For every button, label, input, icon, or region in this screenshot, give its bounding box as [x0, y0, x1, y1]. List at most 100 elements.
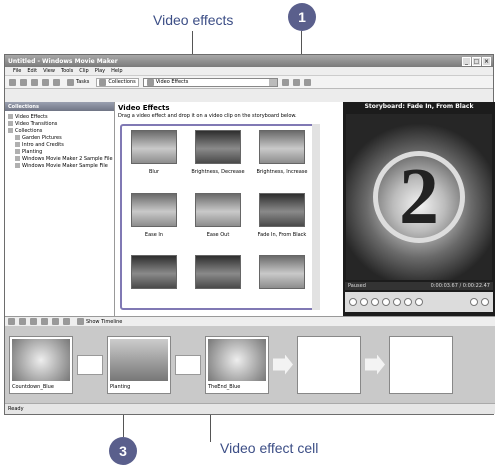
- timeline-icon: [77, 318, 84, 325]
- storyboard-clip[interactable]: TheEnd_Blue: [205, 335, 269, 394]
- collections-icon: [99, 78, 107, 86]
- redo-icon[interactable]: [53, 78, 60, 86]
- clip-thumbnail: [110, 338, 168, 381]
- collections-button[interactable]: Collections: [96, 77, 139, 87]
- close-button[interactable]: ×: [482, 56, 491, 66]
- menu-file[interactable]: File: [13, 68, 21, 74]
- zoom-out-icon[interactable]: [41, 318, 48, 325]
- effect-cell[interactable]: [186, 255, 250, 308]
- playback-status: Paused 0:00:03.67 / 0:00:22.47: [345, 282, 493, 290]
- new-folder-icon[interactable]: [292, 78, 300, 86]
- effect-thumbnail: [131, 130, 177, 164]
- clip-label: TheEnd_Blue: [208, 383, 241, 390]
- tree-item-planting[interactable]: Planting: [8, 148, 114, 155]
- rewind-icon[interactable]: [382, 298, 390, 306]
- transition-arrow: [365, 354, 385, 375]
- playback-state: Paused: [348, 283, 366, 289]
- movie-maker-window: Untitled - Windows Movie Maker _ □ × Fil…: [4, 54, 495, 415]
- effect-cell[interactable]: Ease In: [122, 192, 186, 252]
- tasks-button[interactable]: Tasks: [64, 78, 92, 87]
- minimize-button[interactable]: _: [462, 56, 471, 66]
- undo-icon[interactable]: [42, 78, 49, 86]
- menu-tools[interactable]: Tools: [61, 68, 73, 74]
- next-frame-icon[interactable]: [404, 298, 412, 306]
- chevron-down-icon[interactable]: [268, 78, 277, 86]
- empty-clip-slot[interactable]: [297, 335, 361, 394]
- effect-cell[interactable]: Brightness, Decrease: [186, 130, 250, 189]
- narrate-icon[interactable]: [19, 318, 26, 325]
- transition-cell[interactable]: [175, 354, 201, 375]
- tree-item-garden[interactable]: Garden Pictures: [8, 134, 114, 141]
- tree-item-collections[interactable]: Collections: [8, 127, 114, 134]
- effect-label: Brightness, Increase: [256, 169, 308, 175]
- effect-cell[interactable]: Fade In, From Black: [250, 192, 314, 252]
- window-title: Untitled - Windows Movie Maker: [8, 57, 118, 65]
- rewind-icon[interactable]: [52, 318, 59, 325]
- play-icon[interactable]: [63, 318, 70, 325]
- effect-cell[interactable]: Brightness, Increase: [250, 130, 314, 189]
- up-folder-icon[interactable]: [281, 78, 289, 86]
- open-icon[interactable]: [20, 78, 27, 86]
- menu-clip[interactable]: Clip: [79, 68, 88, 74]
- tree-item-video-effects[interactable]: Video Effects: [8, 113, 114, 120]
- show-timeline-button[interactable]: Show Timeline: [74, 317, 125, 326]
- effect-cell[interactable]: Ease Out: [186, 192, 250, 252]
- effects-title: Video Effects: [118, 104, 170, 112]
- effect-cell[interactable]: [250, 255, 314, 308]
- playback-controls: [345, 292, 493, 312]
- maximize-button[interactable]: □: [472, 56, 481, 66]
- status-bar: Ready: [5, 403, 495, 414]
- storyboard-icon[interactable]: [8, 318, 15, 325]
- countdown-digit: 2: [399, 153, 439, 241]
- collections-combo[interactable]: Video Effects: [142, 77, 278, 87]
- effects-scrollbar[interactable]: [312, 124, 320, 310]
- menu-edit[interactable]: Edit: [27, 68, 37, 74]
- clip-thumbnail: [208, 338, 266, 381]
- tree-item-video-transitions[interactable]: Video Transitions: [8, 120, 114, 127]
- storyboard-clip[interactable]: Countdown_Blue: [9, 335, 73, 394]
- effect-cell[interactable]: Blur: [122, 130, 186, 189]
- effects-subtitle: Drag a video effect and drop it on a vid…: [118, 113, 297, 119]
- tree-item-sample[interactable]: Windows Movie Maker Sample File: [8, 162, 114, 169]
- zoom-in-icon[interactable]: [30, 318, 37, 325]
- previous-frame-icon[interactable]: [371, 298, 379, 306]
- effect-label: Fade In, From Black: [257, 231, 307, 238]
- effects-pane: Video Effects Drag a video effect and dr…: [115, 102, 343, 316]
- transition-cell[interactable]: [77, 354, 103, 375]
- effect-label: Ease Out: [206, 231, 230, 238]
- fullscreen-icon[interactable]: [415, 298, 423, 306]
- playback-time: 0:00:03.67 / 0:00:22.47: [430, 283, 490, 289]
- menu-play[interactable]: Play: [95, 68, 105, 74]
- effect-thumbnail: [195, 255, 241, 290]
- new-icon[interactable]: [9, 78, 16, 86]
- effect-thumbnail: [195, 192, 241, 227]
- play-icon[interactable]: [349, 298, 357, 306]
- effect-label: Blur: [148, 169, 160, 175]
- effects-grid: Blur Brightness, Decrease Brightness, In…: [120, 124, 316, 310]
- effects-icon: [146, 78, 154, 86]
- folder-icon: [15, 163, 20, 168]
- tree-item-sample2[interactable]: Windows Movie Maker 2 Sample File: [8, 155, 114, 162]
- transition-arrow: [273, 354, 293, 375]
- effect-cell[interactable]: [122, 255, 186, 308]
- menu-help[interactable]: Help: [111, 68, 122, 74]
- storyboard-clip[interactable]: Planting: [107, 335, 171, 394]
- video-effects-callout: Video effects: [153, 12, 234, 28]
- save-icon[interactable]: [31, 78, 38, 86]
- folder-icon: [15, 149, 20, 154]
- menu-view[interactable]: View: [43, 68, 55, 74]
- forward-icon[interactable]: [393, 298, 401, 306]
- split-icon[interactable]: [470, 298, 478, 306]
- menu-bar: File Edit View Tools Clip Play Help: [5, 67, 493, 76]
- views-icon[interactable]: [303, 78, 311, 86]
- effect-label: Ease In: [144, 231, 164, 238]
- snapshot-icon[interactable]: [481, 298, 489, 306]
- empty-clip-slot[interactable]: [389, 335, 453, 394]
- combo-value: Video Effects: [155, 79, 189, 85]
- stop-icon[interactable]: [360, 298, 368, 306]
- tasks-label: Tasks: [76, 79, 90, 85]
- tree-item-intro[interactable]: Intro and Credits: [8, 141, 114, 148]
- countdown-ring: 2: [373, 151, 465, 243]
- callout-1: 1: [288, 3, 316, 31]
- folder-icon: [15, 135, 20, 140]
